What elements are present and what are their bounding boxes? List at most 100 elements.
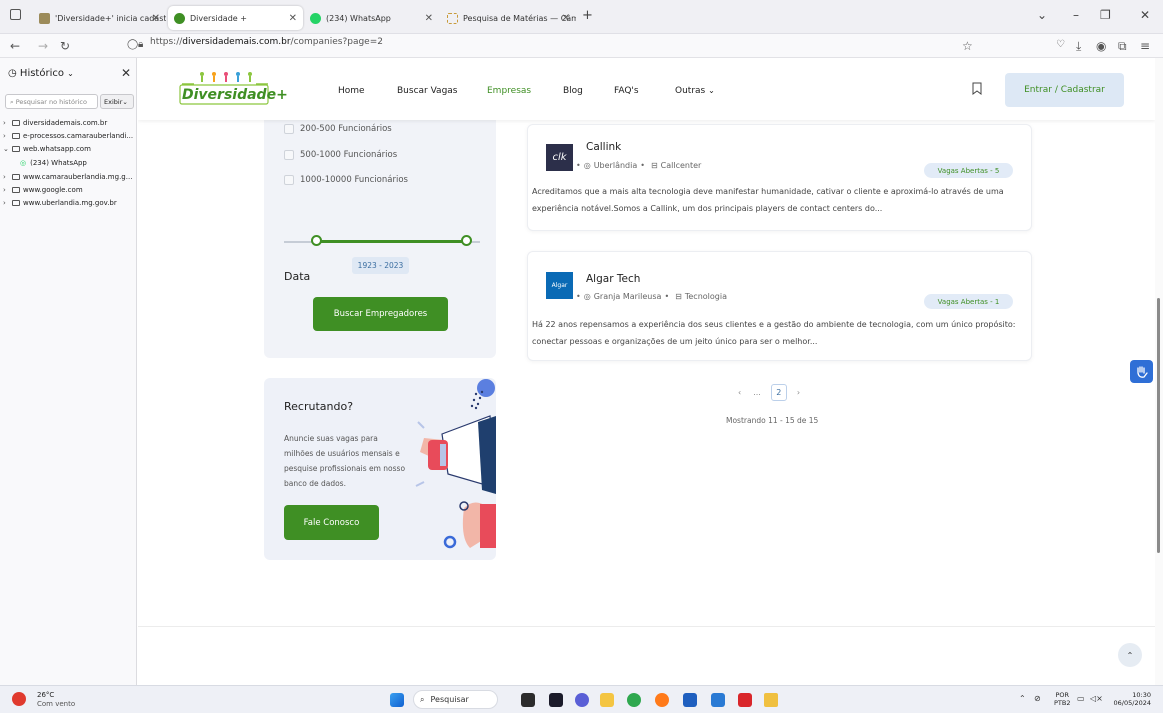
filter-size-option[interactable]: 500-1000 Funcionários [284, 150, 397, 160]
weather-description[interactable]: Com vento [37, 700, 75, 708]
tab-title: (234) WhatsApp [326, 13, 391, 23]
history-search-input[interactable]: ⌕ Pesquisar no histórico [5, 94, 98, 109]
site-logo[interactable]: Diversidade+ [178, 70, 288, 106]
restore-icon[interactable]: ❐ [1100, 8, 1111, 22]
scrollbar-thumb[interactable] [1157, 298, 1160, 553]
close-tab-icon[interactable]: ✕ [289, 13, 297, 24]
lock-icon[interactable]: 🔒︎ [138, 39, 143, 50]
date-filter-label: Data [284, 270, 311, 283]
tab-pesquisa-materias[interactable]: Pesquisa de Matérias — Câmara ✕ [441, 6, 576, 30]
nav-blog[interactable]: Blog [563, 86, 583, 96]
history-item[interactable]: › www.camarauberlandia.mg.g... [3, 173, 136, 181]
bookmark-icon[interactable] [972, 82, 982, 95]
company-name[interactable]: Algar Tech [586, 273, 640, 285]
date-range-start-handle[interactable] [311, 235, 322, 246]
open-jobs-badge[interactable]: Vagas Abertas - 5 [924, 163, 1013, 178]
taskbar-search[interactable]: ⌕ Pesquisar [413, 690, 498, 709]
company-card[interactable]: clk Callink • ◎ Uberlândia • ⊟ Callcente… [527, 124, 1032, 231]
history-item[interactable]: ◎ (234) WhatsApp [20, 159, 136, 167]
open-jobs-badge[interactable]: Vagas Abertas - 1 [924, 294, 1013, 309]
shield-icon[interactable]: ◯ [127, 39, 138, 50]
history-item[interactable]: ⌄ web.whatsapp.com [3, 145, 136, 153]
tab-whatsapp[interactable]: (234) WhatsApp ✕ [304, 6, 439, 30]
pocket-icon[interactable]: ♡ [1056, 39, 1065, 50]
display-icon[interactable]: ▭ [1077, 694, 1085, 703]
nav-faqs[interactable]: FAQ's [614, 86, 639, 96]
contact-us-button[interactable]: Fale Conosco [284, 505, 379, 540]
close-tab-icon[interactable]: ✕ [562, 13, 570, 24]
date-range-end-handle[interactable] [461, 235, 472, 246]
bookmark-star-icon[interactable]: ☆ [962, 39, 973, 53]
network-icon[interactable]: ⊘ [1034, 694, 1041, 703]
minimize-icon[interactable]: – [1073, 8, 1079, 22]
checkbox[interactable] [284, 150, 294, 160]
folder-icon [12, 146, 20, 152]
app-pinned-icon[interactable] [764, 693, 778, 707]
login-register-button[interactable]: Entrar / Cadastrar [1005, 73, 1124, 107]
filter-size-option[interactable]: 200-500 Funcionários [284, 124, 392, 134]
volume-muted-icon[interactable]: ◁× [1090, 694, 1103, 703]
pagination-next[interactable]: › [797, 388, 800, 397]
address-bar[interactable]: https://diversidademais.com.br/companies… [150, 37, 383, 47]
history-item[interactable]: › e-processos.camarauberlandi... [3, 132, 136, 140]
pagination-ellipsis[interactable]: ... [753, 388, 761, 397]
history-item-label: web.whatsapp.com [23, 145, 91, 153]
sidebar-close-icon[interactable]: ✕ [121, 66, 131, 80]
extensions-icon[interactable]: ⧉ [1118, 39, 1127, 54]
chevron-down-icon: ⌄ [3, 145, 9, 153]
checkbox[interactable] [284, 124, 294, 134]
tab-overflow-chevron-icon[interactable]: ⌄ [1037, 8, 1047, 22]
download-icon[interactable]: ⤓ [1076, 39, 1081, 54]
chrome-icon[interactable] [627, 693, 641, 707]
nav-buscar-vagas[interactable]: Buscar Vagas [397, 86, 457, 96]
accessibility-widget-button[interactable] [1130, 360, 1153, 383]
history-item[interactable]: › www.uberlandia.mg.gov.br [3, 199, 136, 207]
sidebar-title[interactable]: ◷ Histórico ⌄ [8, 68, 74, 79]
history-sidebar: ◷ Histórico ⌄ ✕ ⌕ Pesquisar no histórico… [0, 58, 137, 685]
firefox-icon[interactable] [655, 693, 669, 707]
history-item[interactable]: › www.google.com [3, 186, 136, 194]
view-button[interactable]: Exibir⌄ [100, 94, 134, 109]
windows-start-icon[interactable] [390, 693, 404, 707]
account-icon[interactable]: ◉ [1096, 39, 1106, 53]
reload-icon[interactable]: ↻ [60, 39, 70, 53]
weather-icon[interactable] [12, 692, 26, 706]
page-scrollbar[interactable] [1155, 58, 1163, 685]
pagination-current-page[interactable]: 2 [770, 383, 787, 401]
outlook-icon[interactable] [711, 693, 725, 707]
search-employers-button[interactable]: Buscar Empregadores [313, 297, 448, 331]
weather-temperature[interactable]: 26°C [37, 691, 54, 699]
close-tab-icon[interactable]: ✕ [425, 13, 433, 24]
folder-icon [12, 120, 20, 126]
tab-diversidade[interactable]: Diversidade + ✕ [168, 6, 303, 30]
task-view-icon[interactable] [521, 693, 535, 707]
scroll-to-top-button[interactable]: ⌃ [1118, 643, 1142, 667]
tray-chevron-up-icon[interactable]: ⌃ [1019, 694, 1026, 703]
filter-size-option[interactable]: 1000-10000 Funcionários [284, 175, 408, 185]
close-tab-icon[interactable]: ✕ [152, 13, 160, 24]
widgets-icon[interactable] [549, 693, 563, 707]
clock[interactable]: 10:30 06/05/2024 [1111, 691, 1151, 707]
tab-diversidade-news[interactable]: 'Diversidade+' inicia cadastro de ✕ [33, 6, 166, 30]
new-tab-button[interactable]: + [582, 8, 593, 23]
company-card[interactable]: Algar Algar Tech • ◎ Granja Marileusa • … [527, 251, 1032, 361]
nav-home[interactable]: Home [338, 86, 365, 96]
window-close-icon[interactable]: ✕ [1140, 8, 1150, 22]
company-name[interactable]: Callink [586, 141, 621, 153]
forward-arrow-icon[interactable]: → [38, 39, 48, 53]
history-item[interactable]: › diversidademais.com.br [3, 119, 136, 127]
acrobat-icon[interactable] [738, 693, 752, 707]
calendar-app-icon[interactable] [683, 693, 697, 707]
company-logo[interactable]: clk [546, 144, 573, 171]
teams-chat-icon[interactable] [575, 693, 589, 707]
nav-empresas[interactable]: Empresas [487, 86, 531, 96]
keyboard-language[interactable]: POR PTB2 [1054, 691, 1071, 707]
menu-icon[interactable]: ≡ [1140, 39, 1150, 53]
back-arrow-icon[interactable]: ← [10, 39, 20, 53]
nav-outras[interactable]: Outras ⌄ [675, 86, 715, 96]
company-logo[interactable]: Algar [546, 272, 573, 299]
checkbox[interactable] [284, 175, 294, 185]
file-explorer-icon[interactable] [600, 693, 614, 707]
tab-list-icon[interactable] [10, 9, 21, 20]
pagination-prev[interactable]: ‹ [738, 388, 741, 397]
